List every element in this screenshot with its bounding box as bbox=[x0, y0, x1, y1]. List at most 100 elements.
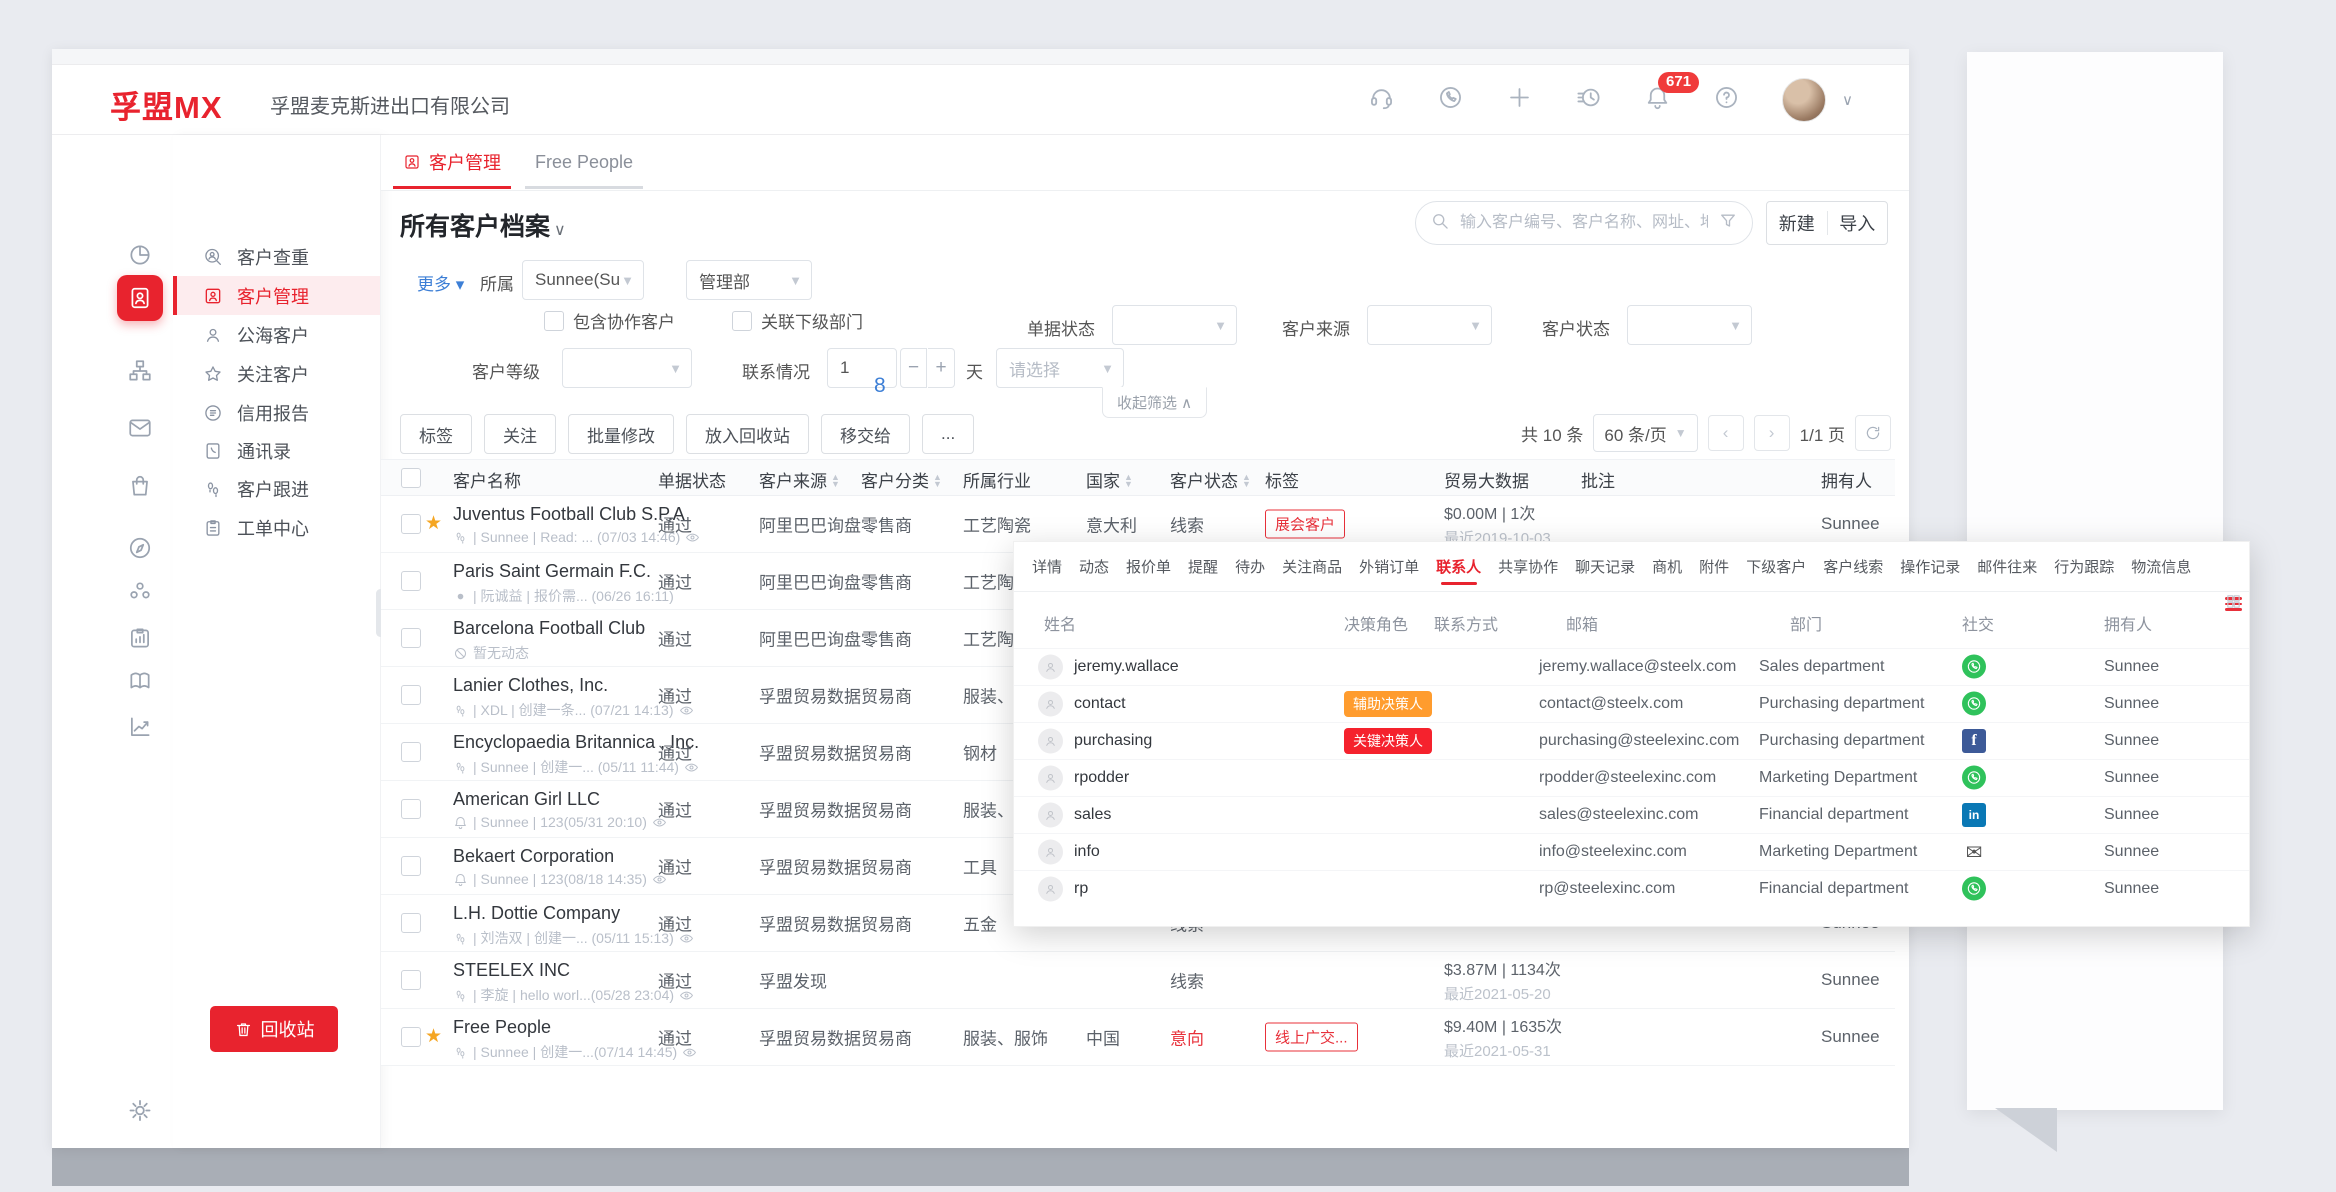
rail-item-trend-chart[interactable] bbox=[127, 714, 153, 745]
column-header[interactable]: 单据状态 bbox=[658, 467, 726, 492]
sidebar-item-7[interactable]: 工单中心 bbox=[173, 508, 380, 547]
sidebar-item-5[interactable]: 通讯录 bbox=[173, 431, 380, 470]
contact-row[interactable]: jeremy.wallacejeremy.wallace@steelx.comS… bbox=[1014, 648, 2249, 685]
contact-name[interactable]: sales bbox=[1074, 806, 1111, 824]
status-select[interactable]: ▼ bbox=[1627, 305, 1752, 345]
column-header[interactable]: 国家▲▼ bbox=[1086, 467, 1120, 492]
contact-name[interactable]: contact bbox=[1074, 695, 1126, 713]
contact-row[interactable]: infoinfo@steelexinc.comMarketing Departm… bbox=[1014, 833, 2249, 870]
contact-email[interactable]: contact@steelx.com bbox=[1539, 695, 1683, 713]
funnel-icon[interactable] bbox=[1718, 211, 1738, 231]
sort-icon[interactable]: ▲▼ bbox=[1242, 474, 1251, 488]
sidebar-item-6[interactable]: 客户跟进 bbox=[173, 469, 380, 508]
card-view-icon[interactable] bbox=[2225, 593, 2242, 615]
detail-tab-13[interactable]: 客户线索 bbox=[1823, 542, 1883, 591]
detail-tab-12[interactable]: 下级客户 bbox=[1746, 542, 1806, 591]
whatsapp-icon[interactable] bbox=[1962, 766, 1986, 790]
help-icon[interactable] bbox=[1713, 84, 1740, 111]
whatsapp-icon[interactable] bbox=[1962, 655, 1986, 679]
recycle-bin-button[interactable]: 回收站 bbox=[210, 1006, 338, 1052]
row-checkbox[interactable] bbox=[401, 970, 421, 990]
rail-item-contacts-book[interactable] bbox=[117, 275, 163, 321]
import-button[interactable]: 导入 bbox=[1828, 210, 1888, 236]
sidebar-item-4[interactable]: 信用报告 bbox=[173, 393, 380, 432]
chevron-down-icon[interactable]: ∨ bbox=[1842, 91, 1853, 109]
detail-tab-6[interactable]: 外销订单 bbox=[1359, 542, 1419, 591]
search-input[interactable] bbox=[1458, 213, 1710, 233]
contact-social[interactable]: ✉ bbox=[1962, 840, 1986, 864]
customer-name[interactable]: Bekaert Corporation bbox=[453, 846, 667, 867]
contact-email[interactable]: sales@steelexinc.com bbox=[1539, 806, 1698, 824]
page-size-select[interactable]: 60 条/页▼ bbox=[1593, 414, 1697, 452]
contact-name[interactable]: rpodder bbox=[1074, 769, 1129, 787]
contact-social[interactable] bbox=[1962, 692, 1986, 717]
toolbar-button-3[interactable]: 放入回收站 bbox=[686, 414, 809, 454]
rail-item-pie-chart[interactable] bbox=[127, 242, 153, 273]
toolbar-button-2[interactable]: 批量修改 bbox=[568, 414, 674, 454]
tab-1[interactable]: Free People bbox=[535, 135, 633, 189]
sort-icon[interactable]: ▲▼ bbox=[933, 474, 942, 488]
rail-item-shopping-bag[interactable] bbox=[127, 473, 153, 504]
row-checkbox[interactable] bbox=[401, 628, 421, 648]
bell-icon[interactable]: 671 bbox=[1644, 84, 1671, 116]
column-header[interactable]: 拥有人 bbox=[1821, 467, 1872, 492]
sort-icon[interactable]: ▲▼ bbox=[831, 474, 840, 488]
collapse-filter-button[interactable]: 收起筛选 ∧ bbox=[1102, 387, 1207, 418]
detail-tab-16[interactable]: 行为跟踪 bbox=[2054, 542, 2114, 591]
headset-icon[interactable] bbox=[1368, 84, 1395, 111]
detail-tab-7[interactable]: 联系人 bbox=[1436, 542, 1481, 591]
contact-social[interactable] bbox=[1962, 877, 1986, 902]
contact-name[interactable]: purchasing bbox=[1074, 732, 1152, 750]
detail-tab-17[interactable]: 物流信息 bbox=[2131, 542, 2191, 591]
detail-tab-3[interactable]: 提醒 bbox=[1188, 542, 1218, 591]
history-icon[interactable] bbox=[1575, 84, 1602, 111]
detail-tab-2[interactable]: 报价单 bbox=[1126, 542, 1171, 591]
headset-icon[interactable] bbox=[1368, 84, 1395, 116]
customer-name[interactable]: Paris Saint Germain F.C. bbox=[453, 561, 674, 582]
contact-email[interactable]: rp@steelexinc.com bbox=[1539, 880, 1675, 898]
level-select[interactable]: ▼ bbox=[562, 348, 692, 388]
sidebar-item-2[interactable]: 公海客户 bbox=[173, 315, 380, 354]
sidebar-item-3[interactable]: 关注客户 bbox=[173, 354, 380, 393]
prev-page-button[interactable]: ‹ bbox=[1708, 415, 1744, 451]
customer-name[interactable]: American Girl LLC bbox=[453, 789, 667, 810]
row-checkbox[interactable] bbox=[401, 913, 421, 933]
contact-email[interactable]: purchasing@steelexinc.com bbox=[1539, 732, 1739, 750]
row-checkbox[interactable] bbox=[401, 571, 421, 591]
detail-tab-9[interactable]: 聊天记录 bbox=[1575, 542, 1635, 591]
row-checkbox[interactable] bbox=[401, 514, 421, 534]
contact-name[interactable]: info bbox=[1074, 843, 1100, 861]
rail-item-team[interactable] bbox=[127, 578, 153, 609]
star-icon[interactable]: ★ bbox=[425, 1025, 442, 1048]
stepper-plus-button[interactable]: + bbox=[928, 348, 955, 388]
contact-type-select[interactable]: 请选择▼ bbox=[996, 348, 1124, 388]
column-header[interactable]: 客户来源▲▼ bbox=[759, 467, 827, 492]
contact-row[interactable]: salessales@steelexinc.comFinancial depar… bbox=[1014, 796, 2249, 833]
row-checkbox[interactable] bbox=[401, 856, 421, 876]
toolbar-button-4[interactable]: 移交给 bbox=[821, 414, 910, 454]
whatsapp-icon[interactable] bbox=[1437, 84, 1464, 111]
detail-tab-4[interactable]: 待办 bbox=[1235, 542, 1265, 591]
column-header[interactable]: 批注 bbox=[1581, 467, 1615, 492]
contact-social[interactable]: f bbox=[1962, 729, 1986, 753]
whatsapp-icon[interactable] bbox=[1962, 692, 1986, 716]
column-header[interactable]: 标签 bbox=[1265, 467, 1299, 492]
contact-email[interactable]: info@steelexinc.com bbox=[1539, 843, 1687, 861]
detail-tab-15[interactable]: 邮件往来 bbox=[1977, 542, 2037, 591]
contact-social[interactable] bbox=[1962, 766, 1986, 791]
rail-item-report-board[interactable] bbox=[127, 625, 153, 656]
contact-social[interactable] bbox=[1962, 655, 1986, 680]
rail-item-org-chart[interactable] bbox=[127, 358, 153, 389]
detail-tab-11[interactable]: 附件 bbox=[1699, 542, 1729, 591]
detail-tab-1[interactable]: 动态 bbox=[1079, 542, 1109, 591]
search-box[interactable] bbox=[1415, 201, 1753, 245]
email-icon[interactable]: ✉ bbox=[1962, 840, 1986, 864]
customer-name[interactable]: Barcelona Football Club bbox=[453, 618, 645, 639]
toolbar-button-1[interactable]: 关注 bbox=[484, 414, 556, 454]
contact-email[interactable]: jeremy.wallace@steelx.com bbox=[1539, 658, 1736, 676]
rail-item-gear[interactable] bbox=[127, 1097, 154, 1129]
checkbox-icon[interactable] bbox=[544, 311, 564, 331]
table-row[interactable]: STEELEX INC| 李旋 | hello worl...(05/28 23… bbox=[381, 952, 1895, 1009]
table-row[interactable]: ★Free People| Sunnee | 创建一...(07/14 14:4… bbox=[381, 1009, 1895, 1066]
column-header[interactable]: 贸易大数据 bbox=[1444, 467, 1529, 492]
